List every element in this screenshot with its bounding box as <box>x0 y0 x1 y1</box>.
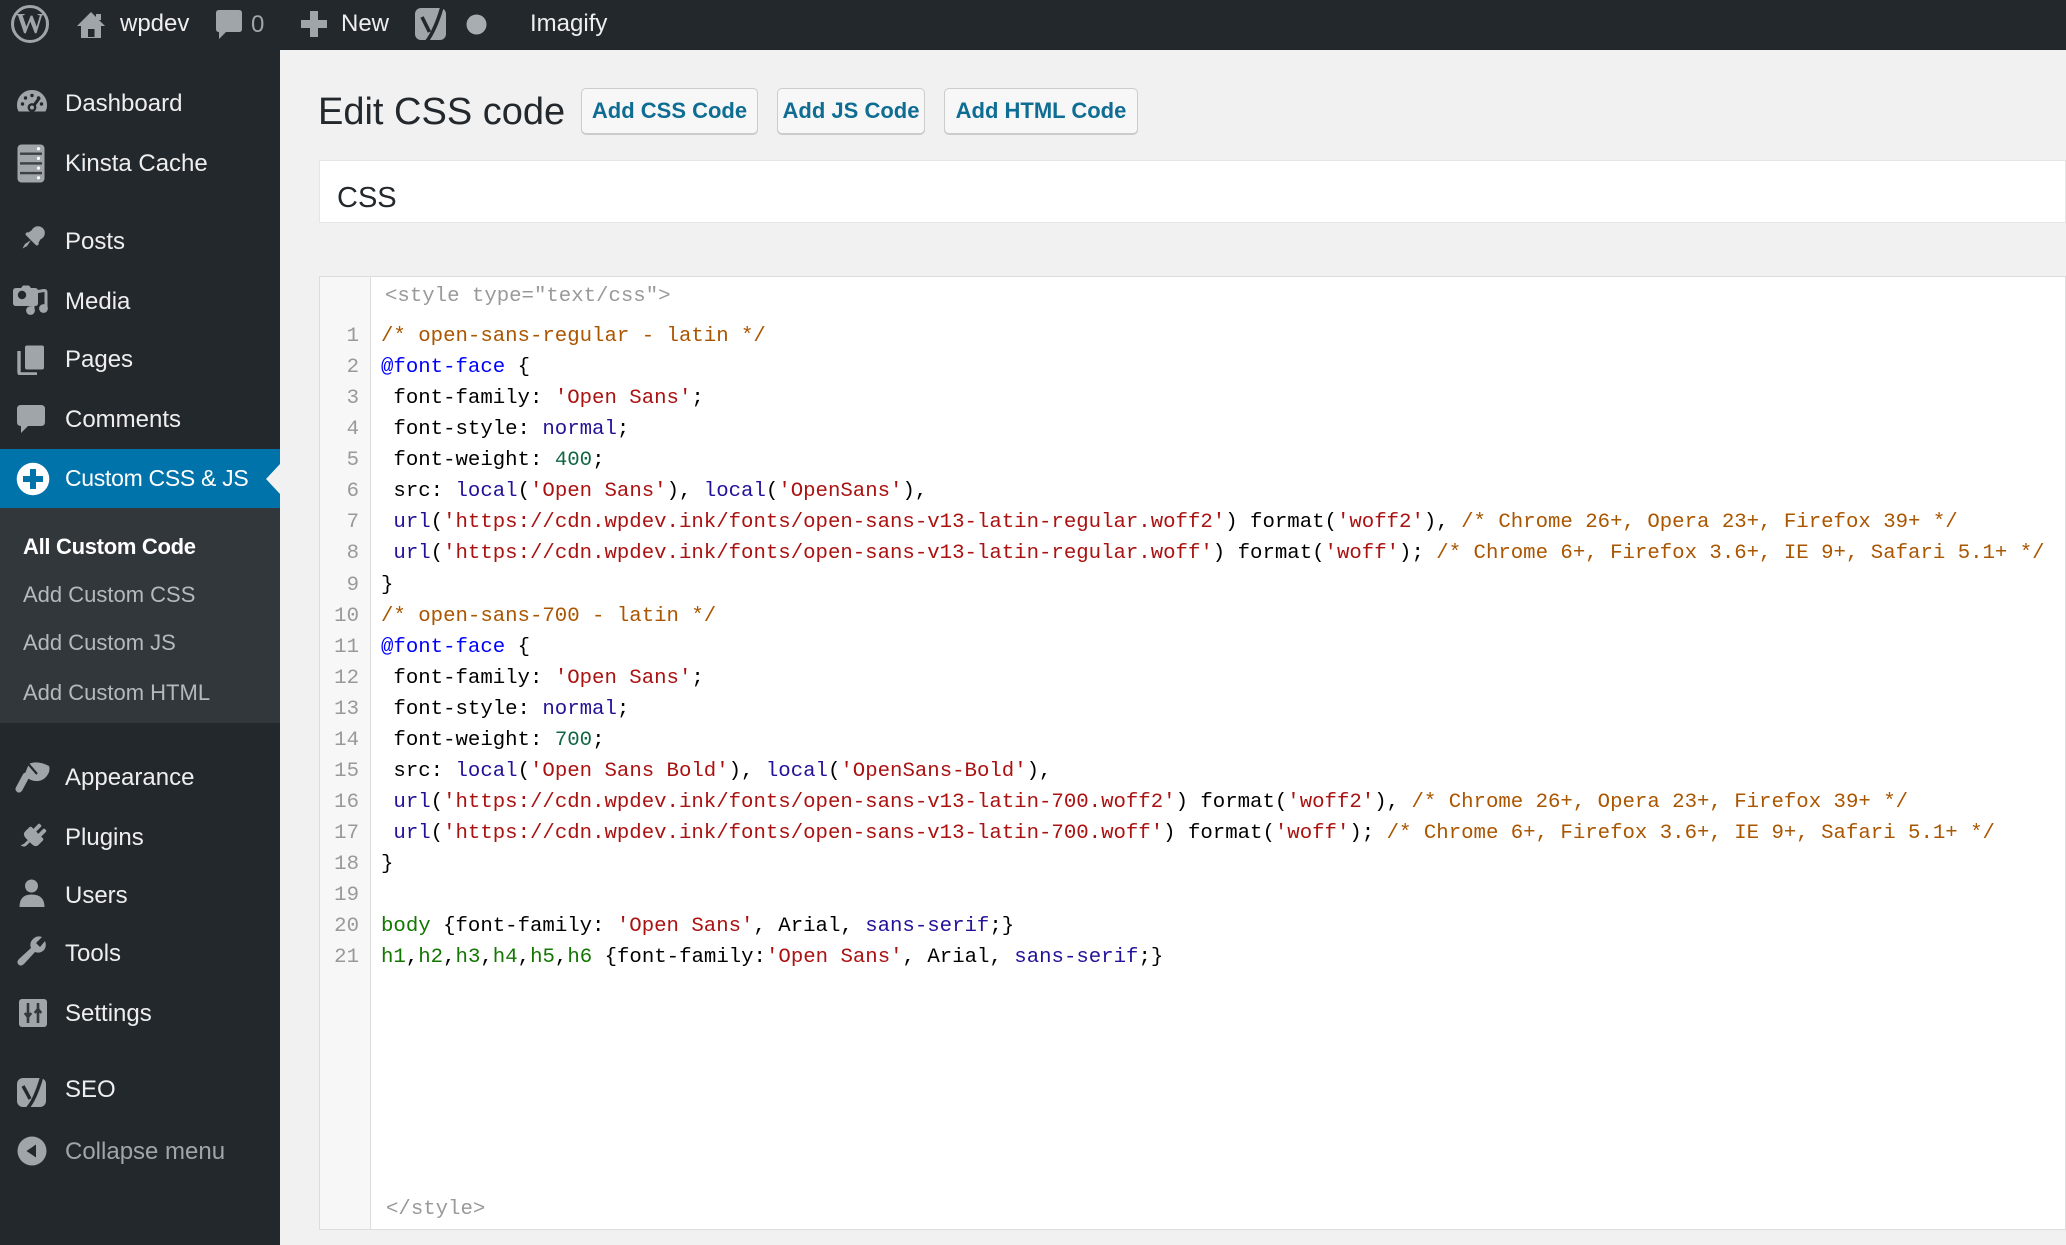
svg-text:W: W <box>16 9 44 40</box>
